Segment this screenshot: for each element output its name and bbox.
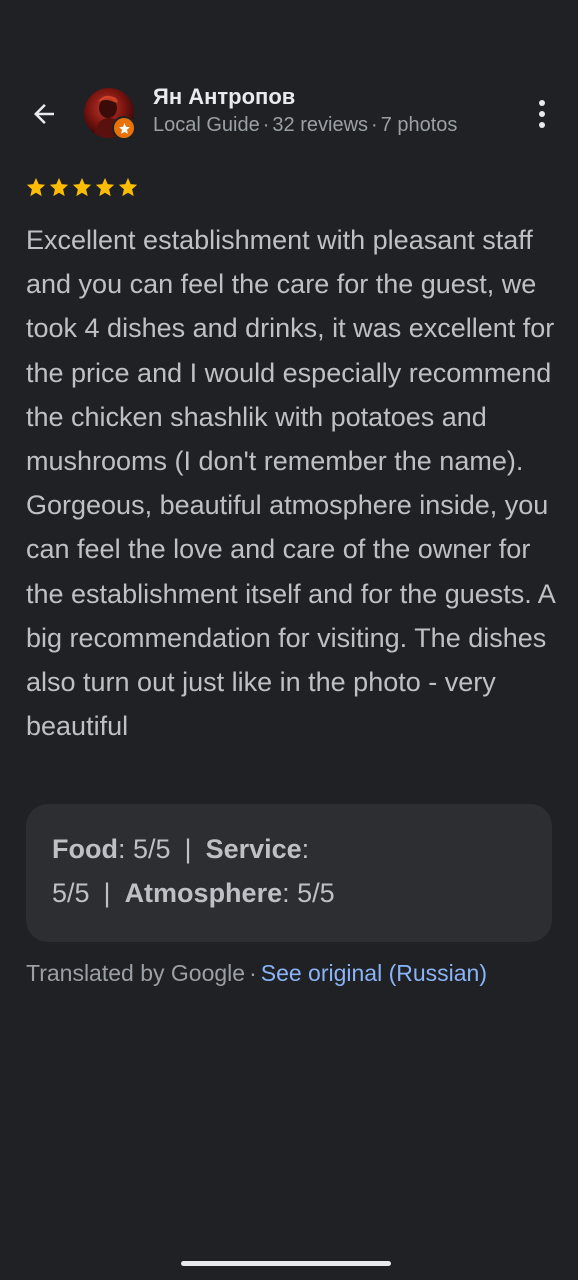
- reviewer-level: Local Guide: [153, 114, 260, 136]
- arrow-back-icon: [34, 104, 54, 124]
- star-icon: [26, 177, 46, 197]
- star-icon: [95, 177, 115, 197]
- service-label: Service: [205, 834, 302, 864]
- back-button[interactable]: [22, 94, 66, 134]
- ratings-line-1: Food: 5/5 | Service:: [52, 834, 310, 864]
- aspect-ratings-card: Food: 5/5 | Service: 5/5 | Atmosphere: 5/5: [26, 804, 552, 942]
- translated-by-label: Translated by Google: [26, 960, 246, 986]
- star-rating: [25, 176, 139, 198]
- atmosphere-label: Atmosphere: [124, 878, 283, 908]
- see-original-link[interactable]: See original (Russian): [261, 960, 487, 986]
- reviewer-meta: Local Guide · 32 reviews · 7 photos: [153, 114, 458, 136]
- review-text: Excellent establishment with pleasant st…: [26, 225, 555, 742]
- separator: |: [103, 878, 111, 908]
- service-value: 5/5: [52, 878, 90, 908]
- food-value: 5/5: [133, 834, 171, 864]
- star-icon: [118, 177, 138, 197]
- translation-note: Translated by Google · See original (Russi…: [26, 960, 488, 986]
- avatar[interactable]: [84, 88, 136, 140]
- ratings-line-2: 5/5 | Atmosphere: 5/5: [52, 878, 335, 908]
- star-icon: [72, 177, 92, 197]
- more-vert-icon: [539, 100, 545, 106]
- home-indicator[interactable]: [181, 1261, 391, 1266]
- local-guide-star-icon: [112, 116, 136, 140]
- reviewer-name[interactable]: Ян Антропов: [153, 84, 295, 110]
- separator: |: [184, 834, 192, 864]
- reviewer-photo-count: 7 photos: [380, 114, 458, 136]
- reviewer-review-count: 32 reviews: [272, 114, 369, 136]
- more-options-button[interactable]: [530, 94, 554, 134]
- reviewer-header: Ян Антропов Local Guide · 32 reviews · 7 pho…: [0, 84, 578, 144]
- food-label: Food: [52, 834, 118, 864]
- review-screen: Ян Антропов Local Guide · 32 reviews · 7 pho…: [0, 0, 578, 1280]
- star-icon: [49, 177, 69, 197]
- atmosphere-value: 5/5: [297, 878, 335, 908]
